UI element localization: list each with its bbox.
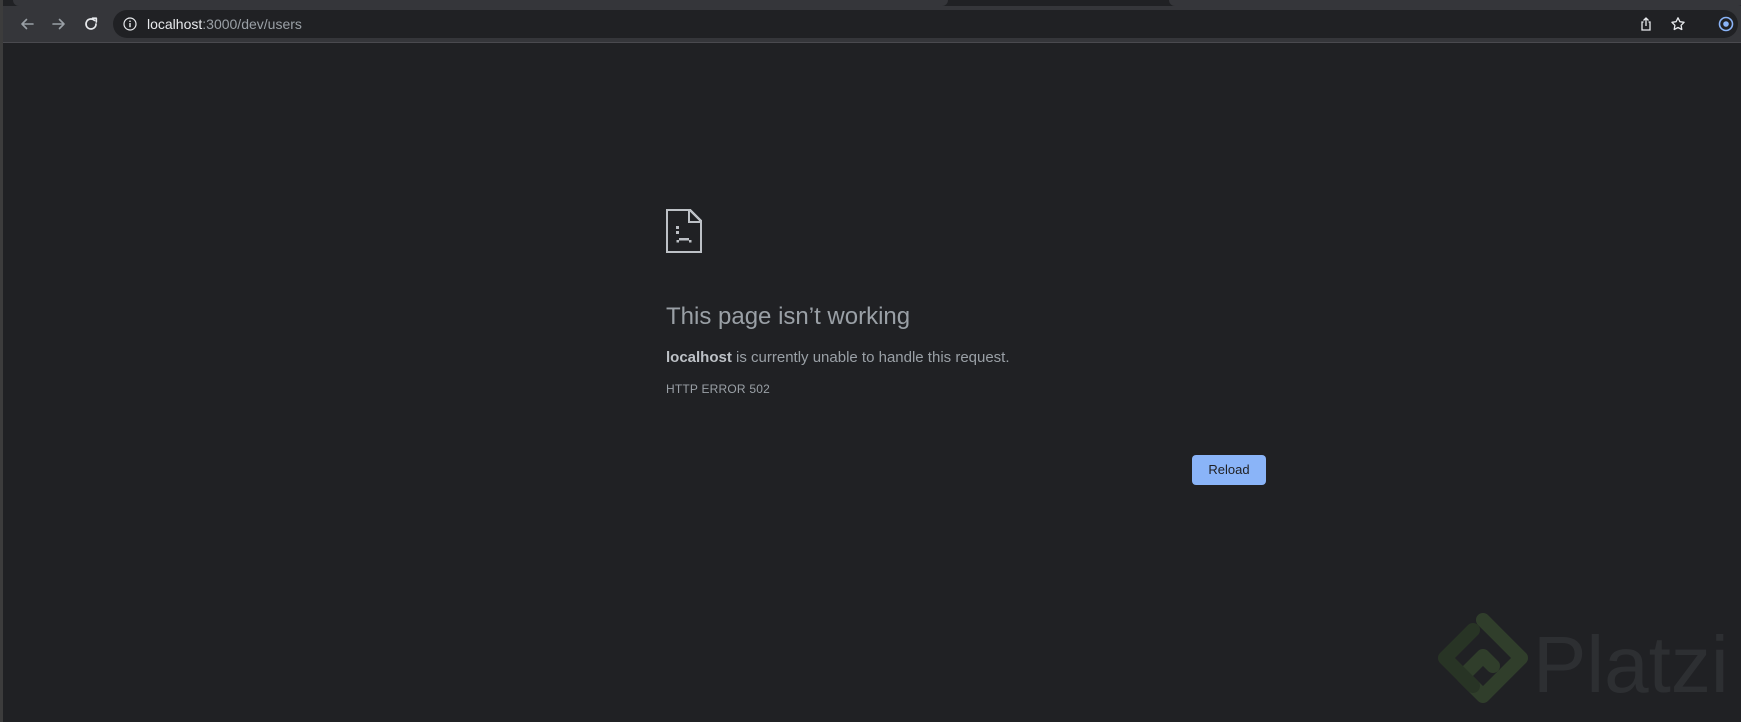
error-code: HTTP ERROR 502 — [666, 382, 770, 396]
share-icon[interactable] — [1638, 16, 1654, 32]
back-button[interactable] — [15, 12, 39, 36]
url-text[interactable]: localhost:3000/dev/users — [147, 10, 302, 38]
error-message-text: is currently unable to handle this reque… — [731, 349, 1010, 366]
browser-window: localhost:3000/dev/users This page isn’t… — [0, 0, 1741, 722]
info-icon[interactable] — [123, 17, 137, 31]
error-message: localhost is currently unable to handle … — [666, 347, 1266, 369]
sad-page-icon — [666, 209, 702, 253]
error-message-host: localhost — [666, 349, 732, 366]
extension-icon[interactable] — [1718, 16, 1734, 32]
error-title: This page isn’t working — [666, 303, 911, 330]
address-bar[interactable]: localhost:3000/dev/users — [113, 10, 1738, 38]
reload-nav-button[interactable] — [79, 12, 103, 36]
forward-button[interactable] — [47, 12, 71, 36]
watermark-text: Platzi — [1533, 620, 1729, 709]
back-arrow-icon — [21, 18, 34, 30]
error-content: This page isn’t working localhost is cur… — [666, 209, 1266, 397]
star-icon[interactable] — [1670, 16, 1686, 32]
browser-toolbar: localhost:3000/dev/users — [3, 6, 1741, 43]
url-path: :3000/dev/users — [202, 16, 302, 32]
platzi-watermark: Platzi — [1433, 612, 1733, 722]
reload-icon — [85, 17, 98, 30]
reload-button[interactable]: Reload — [1192, 455, 1266, 485]
forward-arrow-icon — [52, 18, 65, 30]
platzi-logo-icon — [1438, 613, 1528, 703]
url-host: localhost — [147, 16, 203, 32]
